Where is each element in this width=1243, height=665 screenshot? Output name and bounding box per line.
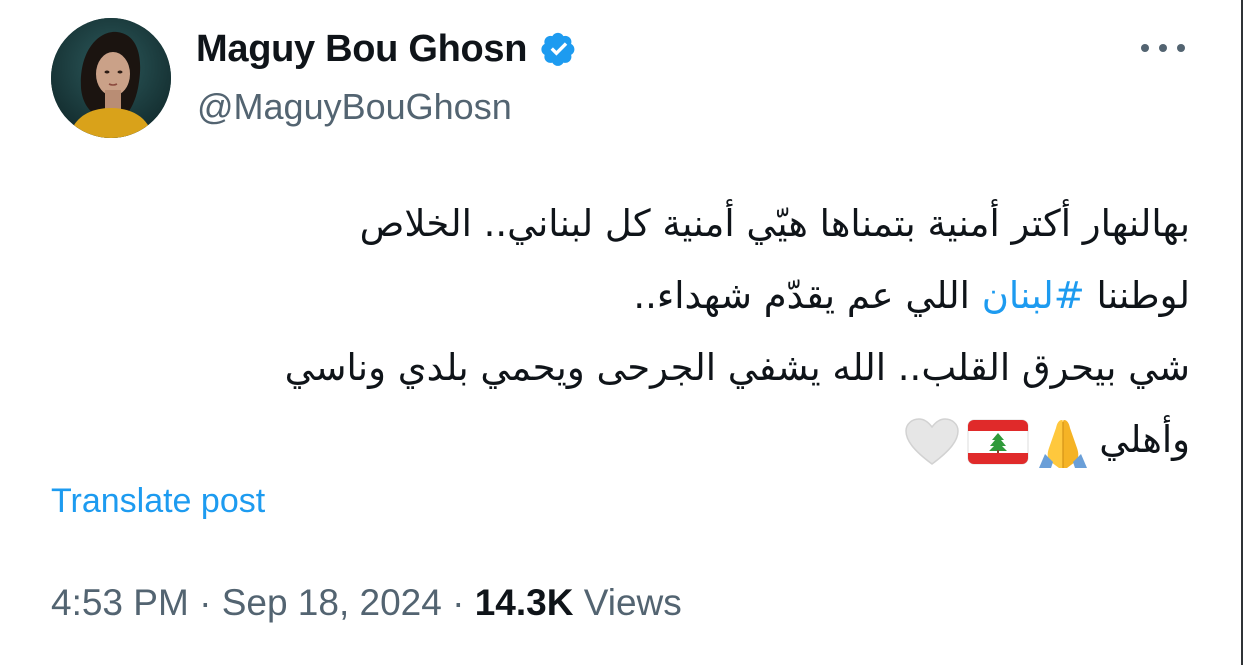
post-line-4-text: وأهلي — [1099, 418, 1190, 461]
more-options-icon[interactable] — [1141, 36, 1185, 60]
post-line-2-end: اللي عم يقدّم شهداء.. — [633, 274, 982, 317]
translate-post-link[interactable]: Translate post — [51, 482, 265, 521]
post-line-4: وأهلي — [50, 404, 1190, 476]
folded-hands-icon — [1039, 419, 1088, 468]
hashtag-link[interactable]: #لبنان — [982, 274, 1085, 317]
author-handle[interactable]: @MaguyBouGhosn — [197, 86, 512, 128]
lebanon-flag-icon — [967, 419, 1029, 464]
views-label: Views — [573, 582, 682, 623]
post-date[interactable]: Sep 18, 2024 — [222, 582, 442, 623]
views-count[interactable]: 14.3K — [475, 582, 574, 623]
author-name-row: Maguy Bou Ghosn — [196, 24, 581, 74]
post-line-1: بهالنهار أكتر أمنية بتمناها هيّي أمنية ك… — [359, 202, 1190, 245]
post-text: بهالنهار أكتر أمنية بتمناها هيّي أمنية ك… — [50, 188, 1190, 476]
dot — [1159, 44, 1167, 52]
post-line-2-start: لوطننا — [1084, 274, 1190, 317]
meta-separator: · — [441, 582, 475, 623]
dot — [1141, 44, 1149, 52]
post-time[interactable]: 4:53 PM — [51, 582, 189, 623]
author-display-name[interactable]: Maguy Bou Ghosn — [196, 28, 527, 71]
verified-badge-icon[interactable] — [537, 27, 581, 71]
dot — [1177, 44, 1185, 52]
post-line-2: لوطننا #لبنان اللي عم يقدّم شهداء.. — [50, 260, 1190, 332]
white-heart-icon — [905, 417, 960, 465]
meta-separator: · — [188, 582, 222, 623]
emoji-group — [903, 414, 1091, 470]
avatar[interactable] — [51, 18, 171, 138]
post-meta: 4:53 PM · Sep 18, 2024 · 14.3K Views — [51, 582, 682, 624]
tweet-card: Maguy Bou Ghosn @MaguyBouGhosn بهالنهار … — [0, 0, 1243, 665]
post-line-3: شي بيحرق القلب.. الله يشفي الجرحى ويحمي … — [284, 346, 1190, 389]
avatar-image — [51, 18, 171, 138]
